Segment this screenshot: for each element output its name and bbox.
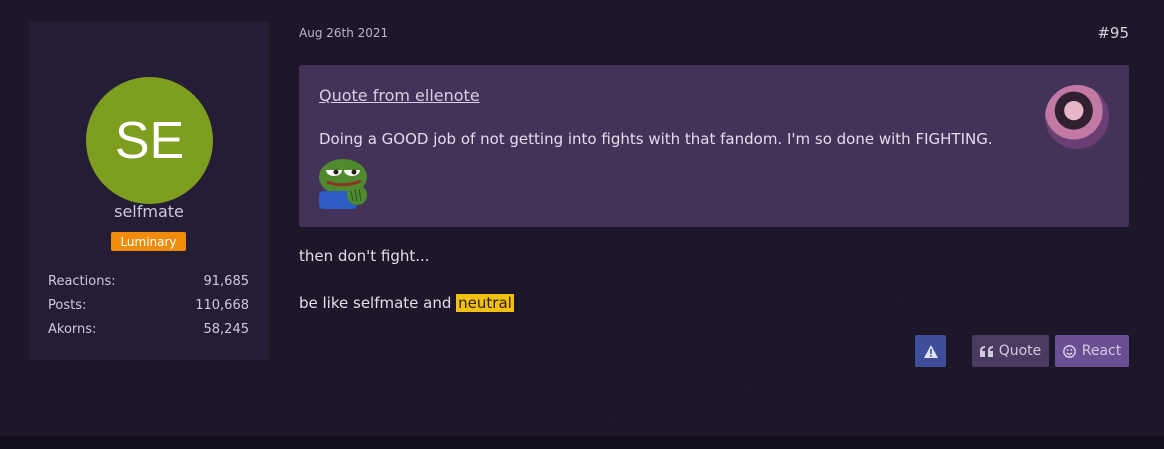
post-permalink[interactable]: #95 [1097, 24, 1129, 42]
quote-block: Quote from ellenote Doing a GOOD job of … [299, 65, 1129, 227]
pepe-emoji-icon [319, 159, 367, 209]
post-text-line: then don't fight... [299, 247, 430, 265]
avatar[interactable]: SE [86, 77, 213, 204]
quoted-user-avatar[interactable] [1045, 85, 1109, 149]
post-date: Aug 26th 2021 [299, 26, 389, 40]
quote-icon [979, 345, 993, 357]
stat-akorns: Akorns: 58,245 [48, 322, 249, 337]
stat-value: 110,668 [195, 298, 249, 313]
stat-reactions: Reactions: 91,685 [48, 274, 249, 289]
react-button-label: React [1081, 343, 1122, 359]
quote-button-label: Quote [998, 343, 1042, 359]
stat-value: 58,245 [203, 322, 250, 337]
stat-label: Posts: [48, 298, 87, 313]
stat-label: Akorns: [48, 322, 97, 337]
stat-value: 91,685 [203, 274, 250, 289]
quote-text: Doing a GOOD job of not getting into fig… [319, 130, 993, 148]
rank-badge: Luminary [111, 232, 186, 251]
username[interactable]: selfmate [29, 202, 269, 221]
highlighted-word: neutral [456, 294, 514, 312]
post-text: be like selfmate and [299, 294, 457, 312]
warning-icon [923, 344, 938, 358]
user-card: SE selfmate Luminary Reactions: 91,685 P… [29, 22, 269, 360]
stat-label: Reactions: [48, 274, 116, 289]
smile-icon [1062, 344, 1076, 358]
quote-source-link[interactable]: Quote from ellenote [319, 86, 480, 105]
report-button[interactable] [915, 335, 946, 367]
react-button[interactable]: React [1055, 335, 1129, 367]
footer-band [0, 436, 1164, 449]
stat-posts: Posts: 110,668 [48, 298, 249, 313]
post-text-line: be like selfmate and neutral [299, 294, 514, 312]
quote-button[interactable]: Quote [972, 335, 1049, 367]
